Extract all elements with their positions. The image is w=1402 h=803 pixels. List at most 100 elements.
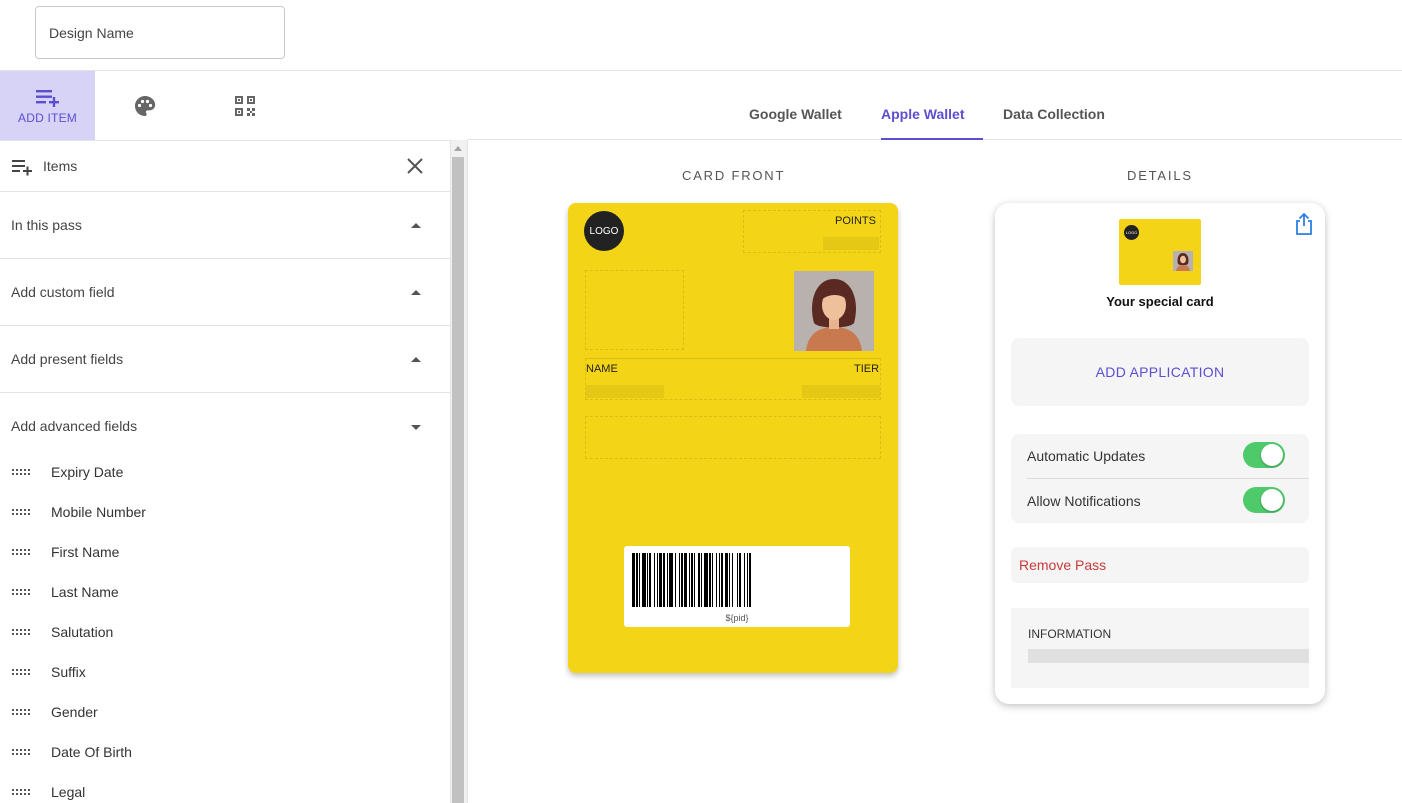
thumbnail-field-box[interactable] <box>585 270 684 350</box>
playlist-add-icon <box>12 160 32 176</box>
barcode-bar <box>681 553 683 607</box>
toggle-knob <box>1261 444 1283 466</box>
share-icon[interactable] <box>1295 213 1313 235</box>
advanced-field-label: Last Name <box>51 584 119 600</box>
card-logo[interactable]: LOGO <box>584 211 624 251</box>
tab-add-item-label: ADD ITEM <box>18 110 77 125</box>
tab-apple-wallet[interactable]: Apple Wallet <box>881 106 965 122</box>
drag-handle-icon[interactable] <box>12 789 33 795</box>
advanced-field-item[interactable]: Suffix <box>0 651 450 691</box>
section-label: Add custom field <box>11 284 115 300</box>
barcode-bar <box>725 553 728 607</box>
barcode-bar <box>739 553 741 607</box>
information-value-placeholder <box>1028 649 1309 663</box>
items-title: Items <box>43 158 78 174</box>
barcode-bar <box>747 553 748 607</box>
information-section: INFORMATION <box>1011 608 1309 688</box>
advanced-field-item[interactable]: Expiry Date <box>0 451 450 491</box>
tab-qr-code[interactable] <box>197 71 292 140</box>
card-front-preview[interactable]: LOGO POINTS NAME TIER ${pid} <box>568 203 898 673</box>
tab-google-wallet[interactable]: Google Wallet <box>749 106 842 122</box>
barcode-bar <box>642 553 646 607</box>
remove-pass-button[interactable]: Remove Pass <box>1011 547 1309 583</box>
section-add-present-fields[interactable]: Add present fields <box>0 326 450 393</box>
advanced-field-label: First Name <box>51 544 120 560</box>
section-add-advanced-fields[interactable]: Add advanced fields <box>0 393 450 451</box>
drag-handle-icon[interactable] <box>12 589 33 595</box>
barcode-bar <box>744 553 745 607</box>
secondary-field-box[interactable] <box>585 416 881 459</box>
advanced-field-item[interactable]: Date Of Birth <box>0 731 450 771</box>
barcode-bar <box>737 553 738 607</box>
person-avatar-icon <box>1173 251 1193 271</box>
tab-data-collection[interactable]: Data Collection <box>1003 106 1105 122</box>
active-tab-indicator <box>881 138 983 140</box>
barcode-bar <box>657 553 658 607</box>
drag-handle-icon[interactable] <box>12 709 33 715</box>
barcode-bar <box>636 553 638 607</box>
advanced-field-item[interactable]: Mobile Number <box>0 491 450 531</box>
barcode-bar <box>669 553 673 607</box>
design-name-input[interactable] <box>35 6 285 59</box>
barcode-bar <box>749 553 751 607</box>
advanced-field-item[interactable]: First Name <box>0 531 450 571</box>
advanced-field-item[interactable]: Salutation <box>0 611 450 651</box>
section-label: Add present fields <box>11 351 124 367</box>
mini-card-logo: LOGO <box>1124 225 1139 240</box>
close-icon[interactable] <box>406 157 424 175</box>
tier-label: TIER <box>854 363 880 375</box>
section-in-this-pass[interactable]: In this pass <box>0 192 450 259</box>
drag-handle-icon[interactable] <box>12 469 33 475</box>
add-application-button[interactable]: ADD APPLICATION <box>1011 338 1309 406</box>
scroll-up-arrow-icon[interactable] <box>454 146 462 151</box>
mini-card-thumbnail: LOGO <box>1119 219 1201 285</box>
playlist-add-icon <box>35 89 59 107</box>
barcode-bar <box>701 553 702 607</box>
tab-design[interactable] <box>97 71 192 140</box>
section-add-custom-field[interactable]: Add custom field <box>0 259 450 326</box>
barcode-bar <box>667 553 668 607</box>
tier-value-placeholder <box>802 385 880 398</box>
advanced-field-item[interactable]: Last Name <box>0 571 450 611</box>
barcode-bar <box>691 553 693 607</box>
advanced-field-item[interactable]: Gender <box>0 691 450 731</box>
caret-up-icon <box>411 290 421 295</box>
barcode-bar <box>698 553 700 607</box>
advanced-field-label: Date Of Birth <box>51 744 132 760</box>
palette-icon <box>134 95 155 116</box>
advanced-field-label: Legal <box>51 784 86 800</box>
advanced-field-item[interactable]: Legal <box>0 771 450 803</box>
allow-notifications-row: Allow Notifications <box>1011 479 1309 523</box>
barcode-bar <box>704 553 708 607</box>
pass-settings: Automatic Updates Allow Notifications <box>1011 434 1309 523</box>
barcode-text: ${pid} <box>725 613 749 623</box>
allow-notifications-toggle[interactable] <box>1243 487 1285 513</box>
caret-up-icon <box>411 223 421 228</box>
portrait-image[interactable] <box>794 271 874 351</box>
barcode-bar <box>694 553 695 607</box>
barcode-bar <box>719 553 720 607</box>
person-avatar-icon <box>794 271 874 351</box>
items-sidebar: Items In this pass Add custom field Add … <box>0 140 450 803</box>
drag-handle-icon[interactable] <box>12 509 33 515</box>
barcode-bar <box>709 553 711 607</box>
drag-handle-icon[interactable] <box>12 669 33 675</box>
barcode-bar <box>684 553 687 607</box>
allow-notifications-label: Allow Notifications <box>1027 493 1141 509</box>
drag-handle-icon[interactable] <box>12 629 33 635</box>
barcode-graphic <box>632 553 751 607</box>
sidebar-scrollbar-thumb[interactable] <box>452 157 464 803</box>
drag-handle-icon[interactable] <box>12 549 33 555</box>
panel-divider <box>467 140 468 803</box>
tab-add-item[interactable]: ADD ITEM <box>0 71 95 140</box>
barcode-bar <box>649 553 651 607</box>
barcode-bar <box>721 553 723 607</box>
barcode[interactable]: ${pid} <box>624 546 850 627</box>
automatic-updates-toggle[interactable] <box>1243 442 1285 468</box>
drag-handle-icon[interactable] <box>12 749 33 755</box>
barcode-bar <box>729 553 730 607</box>
barcode-bar <box>654 553 655 607</box>
advanced-field-label: Salutation <box>51 624 114 640</box>
tool-tabs: ADD ITEM <box>0 71 295 140</box>
points-label: POINTS <box>835 215 876 227</box>
